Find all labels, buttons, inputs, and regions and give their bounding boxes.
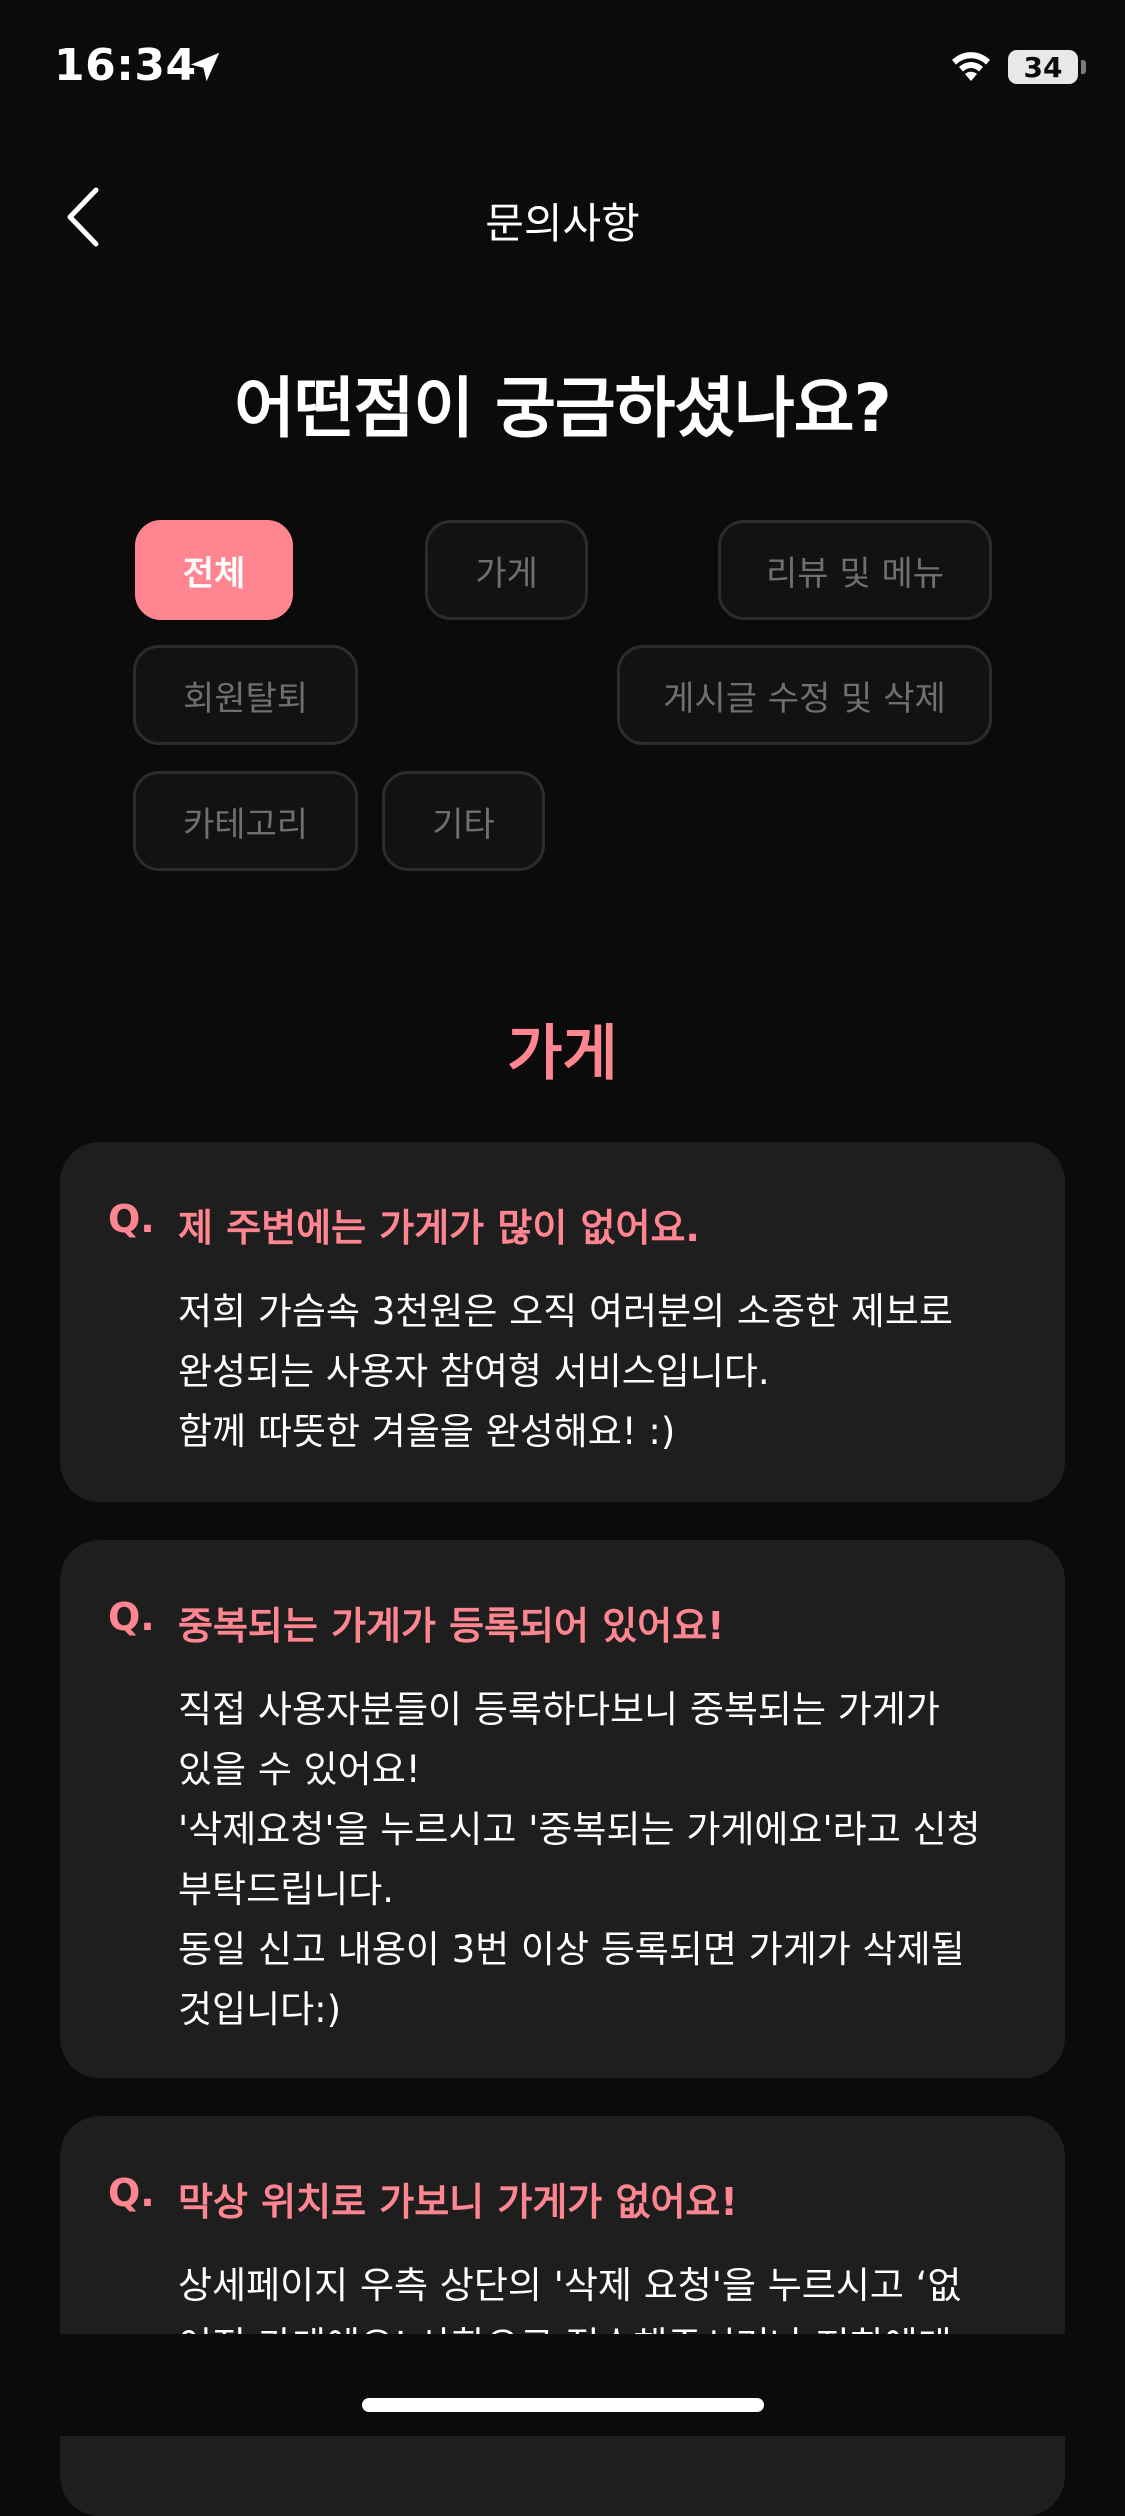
answer-line: 완성되는 사용자 참여형 서비스입니다.: [178, 1350, 770, 1393]
faq-card[interactable]: Q. 제 주변에는 가게가 많이 없어요. 저희 가슴속 3천원은 오직 여러분…: [60, 1142, 1065, 1502]
filter-chip-etc[interactable]: 기타: [382, 771, 545, 871]
question-label: Q.: [108, 1595, 155, 1639]
question-label: Q.: [108, 1197, 155, 1241]
wifi-icon: [952, 52, 990, 81]
answer-line: 있을 수 있어요!: [178, 1748, 421, 1791]
home-indicator[interactable]: [362, 2398, 764, 2412]
status-time: 16:34: [54, 40, 197, 91]
answer-line: 동일 신고 내용이 3번 이상 등록되면 가게가 삭제될: [178, 1928, 965, 1971]
filter-chip-edit-delete-post[interactable]: 게시글 수정 및 삭제: [617, 645, 992, 745]
nav-header: 문의사항: [0, 160, 1125, 270]
answer-line: 저희 가슴속 3천원은 오직 여러분의 소중한 제보로: [178, 1290, 953, 1333]
location-arrow-icon: [190, 52, 220, 82]
filter-chip-store[interactable]: 가게: [425, 520, 588, 620]
answer-line: 것입니다:): [178, 1988, 342, 2031]
question-label: Q.: [108, 2171, 155, 2215]
filter-chip-category[interactable]: 카테고리: [133, 771, 358, 871]
page-title: 문의사항: [485, 199, 640, 248]
section-title: 가게: [507, 1019, 618, 1089]
headline: 어떤점이 궁금하셨나요?: [234, 370, 891, 447]
answer-line: 직접 사용자분들이 등록하다보니 중복되는 가게가: [178, 1688, 940, 1731]
filter-chip-all[interactable]: 전체: [135, 520, 293, 620]
battery-indicator: 34: [1008, 50, 1078, 84]
filter-chip-withdraw[interactable]: 회원탈퇴: [133, 645, 358, 745]
answer-line: 상세페이지 우측 상단의 '삭제 요청'을 누르시고 ‘없: [178, 2264, 962, 2307]
question-text: 막상 위치로 가보니 가게가 없어요!: [178, 2180, 738, 2224]
question-text: 중복되는 가게가 등록되어 있어요!: [178, 1604, 725, 1648]
filter-chip-review-menu[interactable]: 리뷰 및 메뉴: [718, 520, 992, 620]
faq-card[interactable]: Q. 중복되는 가게가 등록되어 있어요! 직접 사용자분들이 등록하다보니 중…: [60, 1540, 1065, 2078]
faq-card[interactable]: Q. 막상 위치로 가보니 가게가 없어요! 상세페이지 우측 상단의 '삭제 …: [60, 2116, 1065, 2516]
answer-line: 부탁드립니다.: [178, 1868, 395, 1911]
battery-cap: [1081, 60, 1086, 74]
answer-line: '삭제요청'을 누르시고 '중복되는 가게에요'라고 신청: [178, 1808, 981, 1851]
bottom-safe-area: [0, 2334, 1125, 2436]
question-text: 제 주변에는 가게가 많이 없어요.: [178, 1206, 700, 1250]
answer-line: 함께 따뜻한 겨울을 완성해요! :): [178, 1410, 676, 1453]
status-bar: 16:34 34: [0, 0, 1125, 130]
